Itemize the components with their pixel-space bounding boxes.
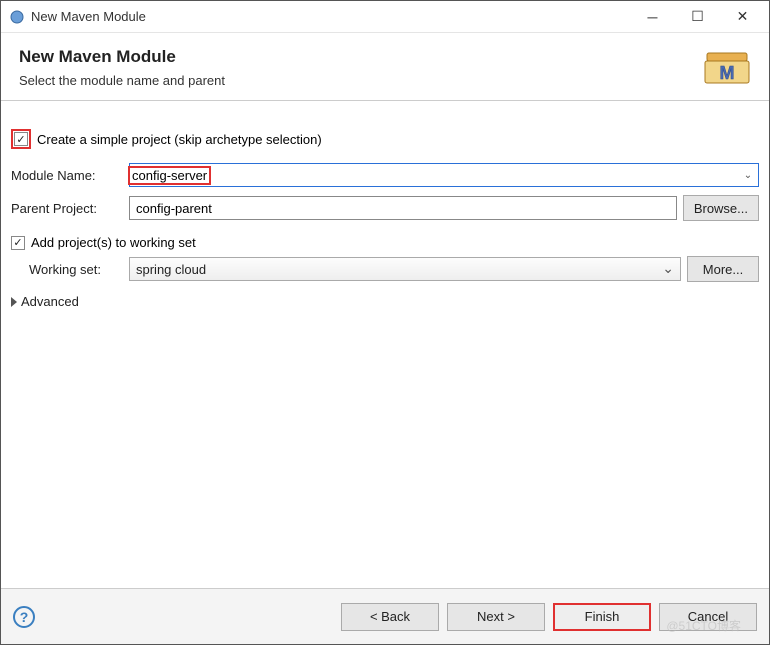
page-subtitle: Select the module name and parent [19, 73, 691, 88]
parent-project-label: Parent Project: [11, 201, 123, 216]
minimize-button[interactable]: ─ [630, 2, 675, 32]
highlight-module-name: config-server [128, 166, 211, 185]
svg-text:M: M [720, 63, 735, 83]
parent-project-input[interactable] [129, 196, 677, 220]
page-title: New Maven Module [19, 47, 691, 67]
window-controls: ─ ☐ ✕ [630, 2, 765, 32]
form-area: ✓ Create a simple project (skip archetyp… [1, 101, 769, 319]
simple-project-row: ✓ Create a simple project (skip archetyp… [11, 129, 759, 149]
module-name-input[interactable]: config-server [132, 168, 207, 183]
working-set-select[interactable]: spring cloud [129, 257, 681, 281]
simple-project-label: Create a simple project (skip archetype … [37, 132, 322, 147]
window-titlebar: New Maven Module ─ ☐ ✕ [1, 1, 769, 33]
working-set-label: Working set: [29, 262, 123, 277]
working-set-row: Working set: spring cloud More... [11, 256, 759, 282]
chevron-right-icon [11, 297, 17, 307]
simple-project-checkbox[interactable]: ✓ [14, 132, 28, 146]
module-name-input-wrap: config-server ⌄ [129, 163, 759, 187]
close-button[interactable]: ✕ [720, 2, 765, 32]
add-working-set-checkbox[interactable]: ✓ [11, 236, 25, 250]
working-set-check-row: ✓ Add project(s) to working set [11, 235, 759, 250]
next-button[interactable]: Next > [447, 603, 545, 631]
cancel-button[interactable]: Cancel [659, 603, 757, 631]
maximize-button[interactable]: ☐ [675, 2, 720, 32]
working-set-value: spring cloud [136, 262, 206, 277]
window-title: New Maven Module [31, 9, 630, 24]
module-name-dropdown-icon[interactable]: ⌄ [738, 163, 758, 187]
advanced-label: Advanced [21, 294, 79, 309]
browse-button[interactable]: Browse... [683, 195, 759, 221]
module-name-label: Module Name: [11, 168, 123, 183]
finish-button[interactable]: Finish [553, 603, 651, 631]
parent-project-row: Parent Project: Browse... [11, 195, 759, 221]
back-button[interactable]: < Back [341, 603, 439, 631]
wizard-footer: ? < Back Next > Finish Cancel [1, 588, 769, 644]
help-icon[interactable]: ? [13, 606, 35, 628]
app-icon [9, 9, 25, 25]
wizard-header: New Maven Module Select the module name … [1, 33, 769, 101]
advanced-expander[interactable]: Advanced [11, 294, 759, 309]
highlight-simple-checkbox: ✓ [11, 129, 31, 149]
maven-icon: M [703, 47, 751, 87]
more-button[interactable]: More... [687, 256, 759, 282]
module-name-row: Module Name: config-server ⌄ [11, 163, 759, 187]
add-working-set-label: Add project(s) to working set [31, 235, 196, 250]
